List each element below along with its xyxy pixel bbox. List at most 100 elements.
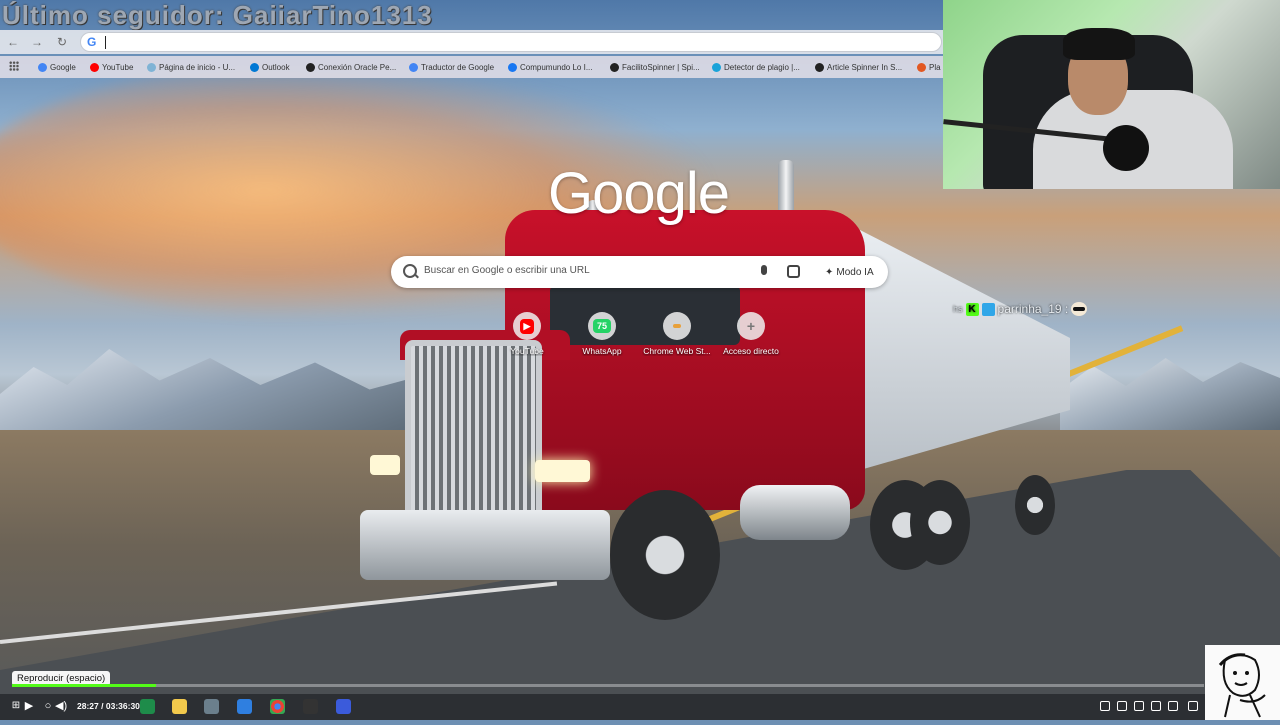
clip-icon[interactable] [1134, 701, 1144, 711]
bookmark-item[interactable]: Página de inicio - U... [147, 60, 235, 74]
shortcut-icon: 75 [588, 312, 616, 340]
shortcut-tile[interactable]: + Acceso directo [716, 312, 786, 356]
time-current: 28:27 [77, 701, 99, 711]
bookmarks-bar: Google YouTube Página de inicio - U... Outl… [0, 56, 943, 78]
seek-bar[interactable] [12, 684, 1204, 687]
channel-logo [1205, 645, 1280, 720]
windows-start-icon[interactable]: ⊞ [10, 700, 22, 712]
truck-headlight [535, 460, 590, 482]
chat-username: parrinha_19 : [997, 302, 1069, 316]
bookmark-item[interactable]: YouTube [90, 60, 133, 74]
address-bar[interactable]: G [80, 32, 942, 52]
bookmark-item[interactable]: Detector de plagio |... [712, 60, 800, 74]
google-lens-icon[interactable] [787, 265, 800, 278]
last-follower-banner: Último seguidor: GaiiarTino1313 [2, 0, 433, 30]
shortcut-tile[interactable]: Chrome Web St... [642, 312, 712, 356]
truck-headlight-left [370, 455, 400, 475]
app-icon[interactable] [237, 699, 252, 714]
microphone-icon[interactable] [761, 265, 767, 275]
bookmark-label: Pla [929, 62, 941, 72]
pip-icon[interactable] [1168, 701, 1178, 711]
play-icon[interactable]: ▶ [23, 700, 35, 712]
forward-arrow-icon[interactable]: → [28, 34, 46, 50]
shortcut-tile[interactable]: ▶ YouTube [492, 312, 562, 356]
bookmark-label: Página de inicio - U... [159, 62, 236, 72]
theater-mode-icon[interactable] [1100, 701, 1110, 711]
search-icon [403, 264, 417, 278]
truck-bumper [360, 510, 610, 580]
shortcut-label: WhatsApp [582, 346, 622, 356]
seek-bar-progress [12, 684, 157, 687]
bookmark-favicon-icon [610, 62, 619, 72]
chat-prefix: hs [953, 304, 963, 314]
calculator-icon[interactable] [204, 699, 219, 714]
shortcut-tile[interactable]: 75 WhatsApp [567, 312, 637, 356]
text-cursor [105, 36, 106, 49]
bookmark-favicon-icon [508, 62, 517, 72]
sunglasses-emoji-icon [1071, 302, 1088, 316]
bookmark-favicon-icon [38, 62, 47, 72]
shortcut-label: Acceso directo [723, 346, 779, 356]
bookmark-item[interactable]: Outlook [250, 60, 290, 74]
trailer-wheel [1015, 475, 1055, 535]
rear-wheel [910, 480, 970, 565]
volume-icon[interactable]: ◀) [55, 700, 67, 712]
fullscreen-icon[interactable] [1188, 701, 1198, 711]
time-display: 28:27 / 03:36:30 [77, 701, 140, 711]
captions-icon[interactable] [1151, 701, 1161, 711]
bookmark-favicon-icon [250, 62, 259, 72]
streamer-hair [1063, 28, 1135, 60]
shortcut-label: Chrome Web St... [643, 346, 711, 356]
back-arrow-icon[interactable]: ← [4, 34, 22, 50]
app-icon[interactable] [336, 699, 351, 714]
chrome-icon[interactable] [270, 699, 285, 714]
bookmark-item[interactable]: FacilitoSpinner | Spi... [610, 60, 700, 74]
bookmark-item[interactable]: Compumundo Lo I... [508, 60, 592, 74]
time-total: 03:36:30 [105, 701, 140, 711]
obs-icon[interactable] [303, 699, 318, 714]
player-controls: ⊞ ▶ ○ ◀) 28:27 / 03:36:30 [0, 694, 1205, 720]
browser-toolbar: ← → ↻ G [0, 30, 943, 54]
search-taskbar-icon[interactable]: ○ [42, 700, 54, 712]
shortcut-icon-glyph: 75 [592, 319, 611, 333]
bookmark-item[interactable]: Traductor de Google [409, 60, 494, 74]
bookmark-item[interactable]: Google [38, 60, 76, 74]
fuel-tank [740, 485, 850, 540]
microphone [1103, 125, 1149, 171]
bookmark-favicon-icon [815, 62, 824, 72]
bookmark-label: Traductor de Google [421, 62, 495, 72]
shortcut-icon-glyph: + [746, 318, 756, 334]
ai-mode-label: Modo IA [836, 266, 874, 278]
shortcut-icon-glyph: ▶ [519, 318, 535, 334]
bookmark-label: Outlook [262, 62, 290, 72]
reload-icon[interactable]: ↻ [53, 34, 71, 50]
bookmark-favicon-icon [712, 62, 721, 72]
truck-grille [405, 340, 542, 522]
time-separator: / [101, 701, 104, 711]
bookmark-label: Compumundo Lo I... [520, 62, 593, 72]
bookmark-favicon-icon [917, 62, 926, 72]
bookmark-favicon-icon [90, 62, 99, 72]
search-placeholder: Buscar en Google o escribir una URL [424, 265, 590, 276]
bookmark-item[interactable]: Article Spinner In S... [815, 60, 902, 74]
bookmark-label: Article Spinner In S... [827, 62, 903, 72]
file-explorer-icon[interactable] [172, 699, 187, 714]
bookmark-label: Conexión Oracle Pe... [318, 62, 397, 72]
settings-icon[interactable] [1117, 701, 1127, 711]
app-taskbar-icon[interactable] [140, 699, 155, 714]
truck-trailer [860, 230, 1070, 470]
subscriber-badge-icon [981, 302, 995, 316]
google-search-box[interactable]: Buscar en Google o escribir una URL ✦ Mo… [391, 256, 888, 288]
bookmark-item[interactable]: Pla [917, 60, 941, 74]
google-logo: Google [548, 161, 730, 226]
shortcut-icon: + [737, 312, 765, 340]
front-wheel [610, 490, 720, 620]
bookmark-item[interactable]: Conexión Oracle Pe... [306, 60, 396, 74]
apps-grid-icon[interactable] [9, 61, 19, 71]
bookmark-label: FacilitoSpinner | Spi... [622, 62, 700, 72]
ai-mode-button[interactable]: ✦ Modo IA [817, 261, 882, 283]
bookmark-label: Google [50, 62, 76, 72]
bookmark-favicon-icon [147, 62, 156, 72]
sketch-face-icon [1218, 653, 1266, 718]
ai-sparkle-icon: ✦ [825, 266, 834, 278]
